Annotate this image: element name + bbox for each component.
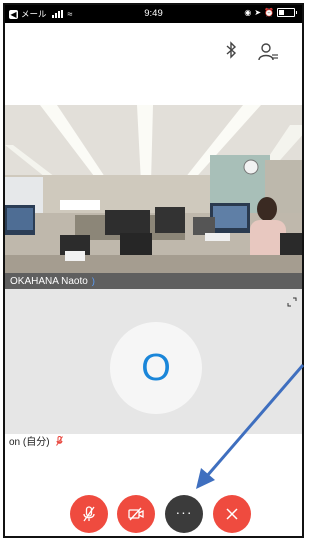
end-call-button[interactable] — [213, 495, 251, 533]
self-label-bar: on (自分) — [5, 434, 302, 452]
more-dots-icon: ··· — [175, 504, 193, 520]
mic-muted-icon — [54, 436, 64, 448]
mic-off-icon — [83, 506, 95, 522]
video-off-button[interactable] — [117, 495, 155, 533]
expand-icon[interactable] — [287, 294, 297, 307]
self-avatar: O — [110, 322, 202, 414]
participant-name: OKAHANA Naoto — [10, 276, 88, 287]
bluetooth-icon[interactable] — [225, 41, 237, 63]
participant-name-bar: OKAHANA Naoto) — [5, 273, 302, 289]
remote-video[interactable] — [5, 105, 302, 273]
navigation-icon: ➤ — [254, 8, 262, 17]
self-label: on (自分) — [9, 437, 50, 448]
close-icon — [226, 508, 238, 520]
self-view[interactable]: O — [5, 289, 302, 434]
phone-screen: ◀ メール ≈ 9:49 ◉ ➤ ⏰ OKAHANA Naoto) O on … — [3, 3, 304, 538]
video-off-icon — [128, 507, 144, 521]
speaking-indicator-icon: ) — [91, 276, 95, 286]
battery-icon — [277, 8, 295, 17]
alarm-icon: ⏰ — [264, 8, 274, 17]
more-button[interactable]: ··· — [165, 495, 203, 533]
status-right: ◉ ➤ ⏰ — [244, 8, 297, 17]
call-controls: ··· — [5, 495, 302, 535]
office-video-frame — [5, 105, 302, 273]
participants-icon[interactable] — [257, 41, 279, 63]
app-top-bar — [5, 23, 302, 105]
mute-button[interactable] — [70, 495, 108, 533]
avatar-initial: O — [141, 346, 171, 389]
location-icon: ◉ — [244, 8, 252, 17]
status-bar: ◀ メール ≈ 9:49 ◉ ➤ ⏰ — [5, 5, 302, 23]
